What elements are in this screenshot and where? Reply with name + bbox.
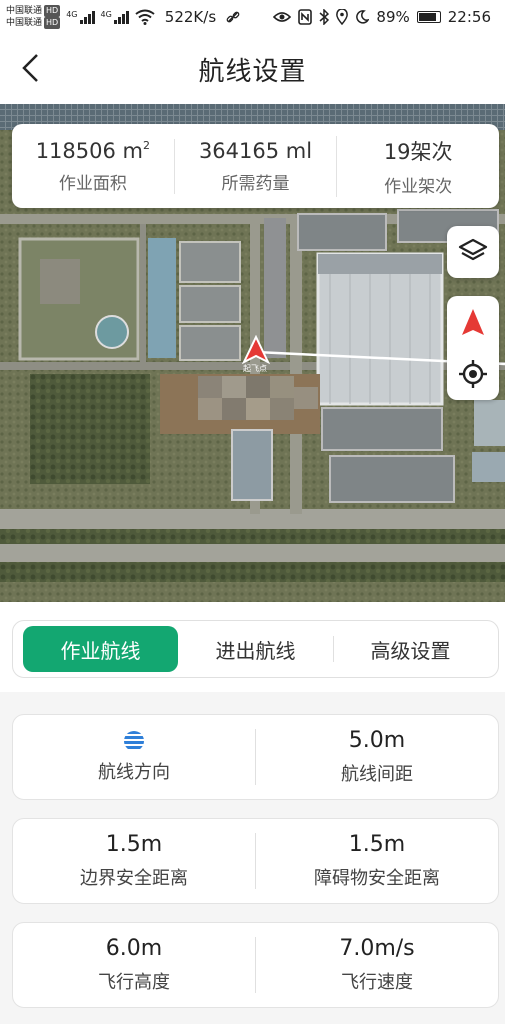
flight-speed-label: 飞行速度 (341, 972, 413, 993)
flight-speed-value: 7.0m/s (339, 936, 415, 961)
stats-card: 118506 m2 作业面积 364165 ml 所需药量 19架次 作业架次 (12, 124, 499, 208)
battery-icon (416, 11, 441, 23)
back-button[interactable] (10, 48, 50, 88)
app-header: 航线设置 (0, 34, 505, 104)
route-spacing-setting[interactable]: 5.0m 航线间距 (255, 728, 498, 785)
stat-dose: 364165 ml 所需药量 (173, 138, 337, 194)
settings-row: 6.0m 飞行高度 7.0m/s 飞行速度 (12, 922, 499, 1008)
takeoff-marker-icon[interactable] (241, 335, 271, 365)
hd-badge: HD (44, 5, 61, 17)
signal-icon: 4G (101, 10, 129, 24)
bluetooth-icon (319, 9, 330, 25)
route-direction-label: 航线方向 (98, 762, 170, 783)
tabs-section: 作业航线 进出航线 高级设置 (0, 602, 505, 692)
hd-badge: HD (44, 17, 61, 29)
compass-icon (462, 309, 484, 335)
route-direction-icon (124, 731, 144, 749)
flight-speed-setting[interactable]: 7.0m/s 飞行速度 (255, 936, 498, 993)
route-spacing-value: 5.0m (348, 728, 406, 753)
flight-height-label: 飞行高度 (98, 972, 170, 993)
dose-label: 所需药量 (221, 173, 290, 194)
sorties-label: 作业架次 (384, 176, 453, 197)
dose-value: 364165 ml (198, 138, 313, 163)
signal-icon: 4G (66, 10, 95, 24)
boundary-safe-label: 边界安全距离 (80, 868, 188, 889)
route-tabs: 作业航线 进出航线 高级设置 (12, 620, 499, 678)
route-direction-setting[interactable]: 航线方向 (13, 729, 255, 785)
carrier-2: 中国联通 (6, 18, 43, 28)
route-spacing-label: 航线间距 (341, 764, 413, 785)
nfc-icon (298, 9, 313, 25)
status-bar: 中国联通 HD 中国联通 HD 4G 4G 522K/s 89% 22:56 (0, 0, 505, 34)
network-speed: 522K/s (164, 8, 217, 26)
battery-percent: 89% (376, 8, 410, 26)
clock: 22:56 (447, 8, 491, 26)
tab-entry-exit-route[interactable]: 进出航线 (178, 626, 333, 672)
layers-icon (458, 238, 488, 261)
chevron-left-icon (22, 54, 38, 82)
locate-button[interactable] (458, 349, 488, 399)
map-controls (447, 296, 499, 400)
tab-advanced-settings[interactable]: 高级设置 (333, 626, 488, 672)
takeoff-marker-label: 起飞点 (243, 364, 267, 373)
settings-row: 1.5m 边界安全距离 1.5m 障碍物安全距离 (12, 818, 499, 904)
settings-row: 航线方向 5.0m 航线间距 (12, 714, 499, 800)
link-icon (226, 11, 240, 23)
layers-button[interactable] (447, 226, 499, 278)
compass-button[interactable] (460, 297, 486, 347)
stat-sorties: 19架次 作业架次 (336, 135, 499, 197)
carrier-info: 中国联通 HD 中国联通 HD (6, 5, 61, 29)
moon-icon (356, 10, 370, 24)
area-value: 118506 m (35, 138, 143, 163)
boundary-safe-value: 1.5m (105, 832, 163, 857)
location-icon (336, 9, 349, 25)
wifi-icon (135, 9, 155, 25)
area-unit-sup: 2 (142, 138, 150, 152)
flight-height-setting[interactable]: 6.0m 飞行高度 (13, 936, 255, 993)
obstacle-safe-label: 障碍物安全距离 (314, 868, 440, 889)
sorties-value: 19架次 (383, 139, 453, 164)
page-title: 航线设置 (198, 56, 307, 87)
flight-height-value: 6.0m (105, 936, 163, 961)
satellite-map[interactable]: 起飞点 118506 m2 作业面积 364165 ml 所需药量 19架次 作… (0, 104, 505, 602)
stat-area: 118506 m2 作业面积 (12, 139, 174, 194)
route-settings: 航线方向 5.0m 航线间距 1.5m 边界安全距离 1.5m 障碍物安全距离 … (0, 692, 505, 1024)
boundary-safe-distance-setting[interactable]: 1.5m 边界安全距离 (13, 832, 255, 889)
tab-work-route[interactable]: 作业航线 (23, 626, 178, 672)
obstacle-safe-value: 1.5m (348, 832, 406, 857)
obstacle-safe-distance-setting[interactable]: 1.5m 障碍物安全距离 (255, 832, 498, 889)
area-label: 作业面积 (58, 173, 127, 194)
carrier-1: 中国联通 (6, 6, 43, 16)
locate-icon (459, 360, 487, 388)
eye-icon (273, 12, 292, 22)
